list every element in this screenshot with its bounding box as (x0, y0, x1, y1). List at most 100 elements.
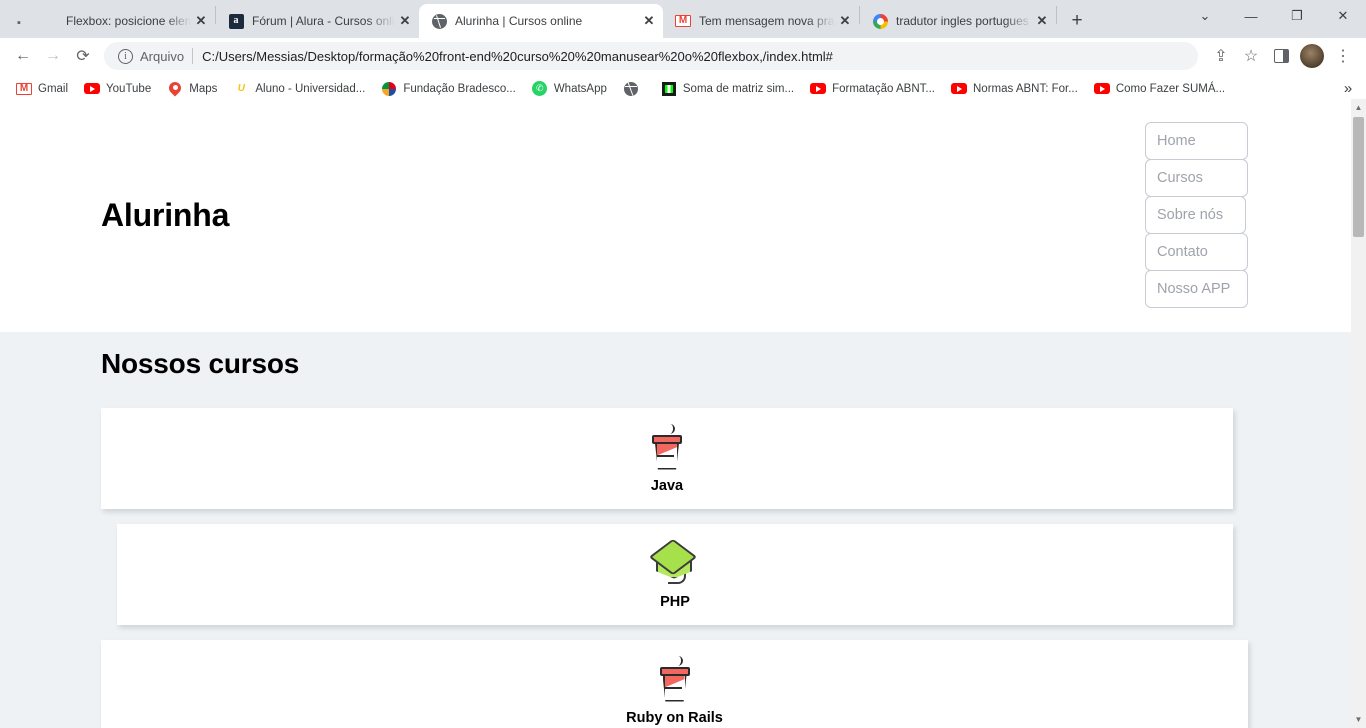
tab-divider (1056, 6, 1057, 24)
dot-icon (42, 13, 58, 29)
gmail-icon (675, 13, 691, 29)
profile-avatar[interactable] (1300, 44, 1324, 68)
tab-search-icon[interactable]: ⌄ (1182, 0, 1228, 32)
close-icon[interactable]: ✕ (191, 11, 211, 31)
browser-window: ▪ Flexbox: posicione elementos ✕ a Fórum… (0, 0, 1366, 728)
bradesco-icon (381, 81, 397, 97)
scroll-up-arrow-icon[interactable]: ▲ (1351, 99, 1366, 116)
bookmark-whatsapp[interactable]: ✆ WhatsApp (524, 77, 615, 101)
close-icon[interactable]: ✕ (639, 11, 659, 31)
nav-item-nosso-app[interactable]: Nosso APP (1145, 270, 1248, 308)
bookmark-label: Formatação ABNT... (832, 82, 935, 95)
bookmark-label: Aluno - Universidad... (255, 82, 366, 95)
url-text: C:/Users/Messias/Desktop/formação%20fron… (202, 48, 833, 64)
bookmark-soma-matriz[interactable]: Soma de matriz sim... (653, 77, 802, 101)
course-card-php[interactable]: PHP (117, 524, 1233, 625)
nav-item-cursos[interactable]: Cursos (1145, 159, 1248, 197)
aluno-icon: U (237, 83, 245, 94)
side-panel-icon[interactable] (1266, 41, 1296, 71)
back-icon[interactable]: ← (8, 41, 38, 71)
pinned-tab-indicator: ▪ (17, 17, 21, 29)
nav-item-contato[interactable]: Contato (1145, 233, 1248, 271)
course-card-ruby-on-rails[interactable]: Ruby on Rails (101, 640, 1248, 728)
whatsapp-icon: ✆ (532, 81, 548, 97)
maximize-button[interactable]: ❐ (1274, 0, 1320, 32)
courses-heading: Nossos cursos (101, 348, 300, 379)
close-window-button[interactable]: ✕ (1320, 0, 1366, 32)
bookmark-gmail[interactable]: Gmail (8, 77, 76, 101)
browser-tab-0[interactable]: Flexbox: posicione elementos ✕ (30, 4, 215, 38)
bookmark-bradesco[interactable]: Fundação Bradesco... (373, 77, 524, 101)
maps-pin-icon (167, 81, 183, 97)
page-title: Alurinha (101, 197, 230, 233)
green-box-icon (648, 538, 701, 588)
youtube-icon (1093, 81, 1110, 97)
url-scheme-label: Arquivo (140, 48, 185, 64)
page-header: Alurinha Home Cursos Sobre nós Contato N… (0, 99, 1351, 332)
matrix-icon (661, 81, 677, 97)
bookmark-label: WhatsApp (553, 82, 607, 95)
omnibox-divider (192, 48, 194, 64)
course-card-java[interactable]: Java (101, 408, 1233, 509)
bookmark-label: Maps (189, 82, 218, 95)
bookmark-label: Como Fazer SUMÁ... (1115, 82, 1226, 95)
bookmarks-overflow-icon[interactable]: » (1338, 80, 1358, 97)
youtube-icon (84, 81, 101, 97)
bookmark-label: Soma de matriz sim... (682, 82, 795, 95)
coffee-cup-icon (648, 423, 686, 472)
google-icon (872, 13, 888, 29)
bookmark-label: Normas ABNT: For... (973, 82, 1078, 95)
share-icon[interactable]: ⇪ (1206, 41, 1236, 71)
tab-title: Fórum | Alura - Cursos online (252, 14, 395, 28)
bookmark-normas-abnt[interactable]: Normas ABNT: For... (943, 77, 1086, 101)
tab-title: Tem mensagem nova pra você (699, 14, 835, 28)
gmail-icon (16, 81, 32, 97)
youtube-icon (810, 81, 827, 97)
nav-item-sobre-nos[interactable]: Sobre nós (1145, 196, 1246, 234)
window-controls: ⌄ — ❐ ✕ (1182, 0, 1366, 38)
bookmark-star-icon[interactable]: ☆ (1236, 41, 1266, 71)
site-info-icon[interactable]: i (118, 48, 133, 64)
bookmark-label: YouTube (106, 82, 152, 95)
browser-tab-4[interactable]: tradutor ingles portugues - P ✕ (860, 4, 1056, 38)
close-icon[interactable]: ✕ (835, 11, 855, 31)
course-name: PHP (660, 593, 690, 610)
courses-section: Nossos cursos Java PHP Ruby on Rails (0, 332, 1351, 728)
new-tab-button[interactable]: + (1063, 7, 1091, 35)
minimize-button[interactable]: — (1228, 0, 1274, 32)
browser-toolbar: ← → ⟳ i Arquivo C:/Users/Messias/Desktop… (0, 38, 1366, 74)
bookmark-aluno[interactable]: U Aluno - Universidad... (225, 77, 373, 101)
alura-icon: a (228, 13, 244, 29)
address-bar[interactable]: i Arquivo C:/Users/Messias/Desktop/forma… (104, 42, 1198, 70)
menu-icon[interactable]: ⋮ (1328, 41, 1358, 71)
bookmark-formatacao-abnt[interactable]: Formatação ABNT... (802, 77, 943, 101)
browser-tab-1[interactable]: a Fórum | Alura - Cursos online ✕ (216, 4, 419, 38)
bookmark-youtube[interactable]: YouTube (76, 77, 159, 101)
scroll-down-arrow-icon[interactable]: ▼ (1351, 711, 1366, 728)
coffee-cup-icon (656, 655, 694, 704)
bookmark-globe[interactable] (615, 77, 653, 101)
close-icon[interactable]: ✕ (1032, 11, 1052, 31)
browser-tab-3[interactable]: Tem mensagem nova pra você ✕ (663, 4, 859, 38)
page-viewport: Alurinha Home Cursos Sobre nós Contato N… (0, 99, 1366, 728)
bookmark-maps[interactable]: Maps (159, 77, 225, 101)
forward-icon[interactable]: → (38, 41, 68, 71)
browser-tab-2-active[interactable]: Alurinha | Cursos online ✕ (419, 4, 663, 38)
tab-title: Alurinha | Cursos online (455, 14, 583, 28)
bookmark-como-fazer-sumario[interactable]: Como Fazer SUMÁ... (1086, 77, 1233, 101)
main-navigation: Home Cursos Sobre nós Contato Nosso APP (1145, 122, 1248, 308)
nav-item-home[interactable]: Home (1145, 122, 1248, 160)
globe-icon (431, 13, 447, 29)
page-scrollbar[interactable]: ▲ ▼ (1351, 99, 1366, 728)
reload-icon[interactable]: ⟳ (68, 41, 98, 71)
tab-strip: ▪ Flexbox: posicione elementos ✕ a Fórum… (0, 0, 1366, 38)
close-icon[interactable]: ✕ (395, 11, 415, 31)
youtube-icon (951, 81, 967, 97)
tab-title: tradutor ingles portugues - P (896, 14, 1032, 28)
scrollbar-thumb[interactable] (1353, 117, 1364, 237)
globe-icon (623, 81, 639, 97)
bookmark-label: Fundação Bradesco... (403, 82, 516, 95)
tab-title: Flexbox: posicione elementos (66, 14, 191, 28)
course-name: Ruby on Rails (626, 709, 723, 726)
bookmark-label: Gmail (38, 82, 69, 95)
